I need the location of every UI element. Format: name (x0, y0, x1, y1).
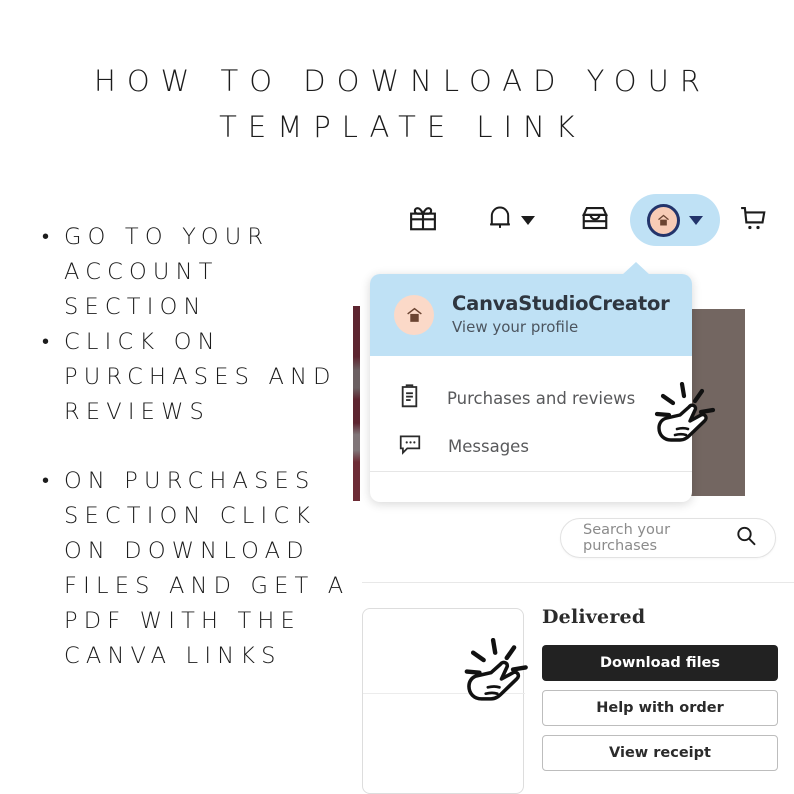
search-purchases-box[interactable]: Search your purchases (560, 518, 776, 558)
nav-account-button[interactable] (626, 188, 724, 252)
search-input[interactable]: Search your purchases (583, 522, 735, 554)
message-bubble-icon (398, 433, 422, 460)
page-title-line-2: TEMPLATE LINK (219, 110, 586, 144)
dropdown-profile-header[interactable]: CanvaStudioCreator View your profile (370, 274, 692, 356)
profile-subtitle: View your profile (452, 318, 579, 336)
account-pill[interactable] (630, 194, 720, 246)
menu-item-label: Purchases and reviews (447, 388, 636, 408)
profile-username: CanvaStudioCreator (452, 292, 670, 315)
page-title: HOW TO DOWNLOAD YOUR TEMPLATE LINK (0, 58, 794, 150)
help-with-order-button[interactable]: Help with order (542, 690, 778, 726)
view-receipt-button[interactable]: View receipt (542, 735, 778, 771)
bell-icon (487, 204, 513, 237)
etsy-screenshot: CanvaStudioCreator View your profile Pur… (352, 176, 794, 794)
chevron-down-icon[interactable] (689, 215, 703, 225)
nav-shop-button[interactable] (572, 188, 618, 252)
gift-icon (408, 203, 438, 238)
instruction-list: GO TO YOUR ACCOUNT SECTION CLICK ON PURC… (42, 219, 360, 674)
download-files-button[interactable]: Download files (542, 645, 778, 681)
status-badge: Delivered (542, 606, 646, 628)
chevron-down-icon[interactable] (521, 215, 535, 225)
click-cursor-download (452, 637, 530, 727)
account-avatar-icon (647, 203, 680, 237)
nav-notifications-button[interactable] (480, 188, 542, 252)
list-item: GO TO YOUR ACCOUNT SECTION (42, 219, 360, 325)
click-cursor-purchases (644, 381, 716, 467)
cart-icon (738, 204, 768, 237)
profile-text-group: CanvaStudioCreator View your profile (452, 292, 670, 338)
nav-cart-button[interactable] (730, 188, 776, 252)
clipboard-icon (398, 383, 421, 413)
shop-avatar-icon (394, 295, 434, 335)
shop-icon (580, 204, 610, 237)
poster-canvas: HOW TO DOWNLOAD YOUR TEMPLATE LINK GO TO… (0, 0, 794, 794)
page-title-line-1: HOW TO DOWNLOAD YOUR (94, 64, 711, 98)
list-item: ON PURCHASES SECTION CLICK ON DOWNLOAD F… (42, 463, 360, 674)
section-divider (362, 582, 794, 583)
dropdown-divider (370, 471, 692, 472)
list-item: CLICK ON PURCHASES AND REVIEWS (42, 324, 360, 430)
search-icon[interactable] (735, 525, 757, 552)
nav-gift-button[interactable] (400, 188, 446, 252)
order-actions-panel: Delivered Download files Help with order… (542, 606, 778, 771)
etsy-nav-bar (386, 188, 786, 252)
backdrop-strip (353, 306, 360, 501)
menu-item-label: Messages (448, 436, 529, 456)
